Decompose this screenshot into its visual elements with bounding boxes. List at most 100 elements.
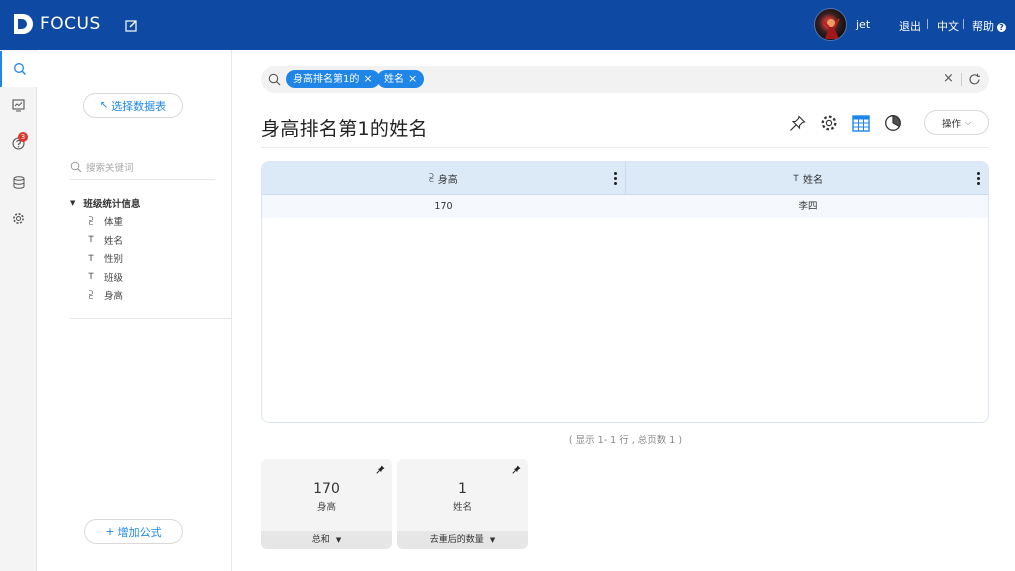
field-item[interactable]: ⊤ 班级 [70, 268, 140, 287]
settings-button[interactable] [818, 112, 840, 134]
dashboard-icon [12, 98, 25, 111]
table-icon [852, 114, 870, 132]
pie-chart-icon [885, 115, 901, 131]
pagination-info: ( 显示 1- 1 行 , 总页数 1 ) [568, 435, 683, 446]
page-title: 身高排名第1的姓名 [261, 118, 428, 140]
column-header-name[interactable]: ⊤ 姓名 [626, 162, 988, 195]
table-view-button[interactable] [850, 112, 872, 134]
top-bar: FOCUS jet 退出 中文 帮助? [0, 0, 1015, 50]
caret-down-icon: ▼ [489, 536, 496, 544]
nav-data[interactable] [0, 164, 37, 200]
card-value: 1 [458, 481, 467, 497]
nav-settings[interactable] [0, 200, 37, 236]
search-icon [70, 161, 82, 172]
header-separator [927, 19, 928, 29]
logout-link[interactable]: 退出 [899, 18, 921, 34]
search-bar[interactable]: 身高排名第1的 × 姓名 × × [261, 66, 989, 93]
pin-icon[interactable] [376, 465, 385, 474]
summary-card[interactable]: 1 姓名 去重后的数量 ▼ [397, 459, 528, 549]
table-cell: 170 [434, 201, 453, 212]
text-field-icon: ⊤ [792, 173, 800, 184]
field-label: 姓名 [104, 235, 124, 247]
aggregation-label: 总和 [311, 535, 330, 545]
column-label: 身高 [437, 175, 458, 186]
language-link[interactable]: 中文 [937, 18, 959, 34]
user-avatar[interactable] [814, 8, 847, 41]
column-header-height[interactable]: ⫔ 身高 [262, 162, 625, 195]
search-icon [14, 63, 26, 75]
nav-questions[interactable]: 3 [0, 125, 37, 161]
app-name: FOCUS [40, 14, 101, 34]
field-item[interactable]: ⫔ 身高 [70, 286, 140, 305]
card-label: 身高 [316, 502, 336, 513]
nav-search[interactable] [0, 51, 38, 87]
help-icon: ? [997, 23, 1006, 32]
field-label: 身高 [104, 291, 124, 303]
username[interactable]: jet [856, 18, 870, 31]
database-icon [13, 175, 24, 189]
clear-icon[interactable]: × [943, 71, 954, 86]
plus-icon: + [105, 525, 115, 538]
field-label: 体重 [104, 217, 124, 229]
operations-label: 操作 [941, 118, 961, 130]
settings-icon [13, 212, 24, 224]
table-node[interactable]: ▼ 班级统计信息 [70, 195, 140, 211]
aggregation-dropdown[interactable]: 总和 ▼ [261, 531, 392, 549]
pin-icon [789, 114, 806, 131]
remove-chip-icon[interactable]: × [408, 72, 417, 85]
measure-icon: ⫔ [429, 173, 434, 184]
column-menu-icon[interactable] [613, 172, 617, 185]
search-separator [961, 73, 962, 86]
settings-icon [821, 115, 837, 131]
chip-label: 姓名 [384, 74, 404, 85]
left-nav-rail: 3 [0, 50, 38, 571]
help-link[interactable]: 帮助? [972, 18, 1006, 34]
remove-chip-icon[interactable]: × [363, 72, 372, 85]
caret-down-icon: ▼ [70, 199, 76, 207]
card-label: 姓名 [452, 502, 472, 513]
aggregation-dropdown[interactable]: 去重后的数量 ▼ [397, 531, 528, 549]
data-panel: ↖ 选择数据表 搜索关键词 ▼ 班级统计信息 ⫔ 体重 ⊤ 姓名 ⊤ 性别 ⊤ 班级 ⫔ 身… [37, 50, 232, 571]
header-separator [963, 19, 964, 29]
notification-badge: 3 [18, 132, 28, 142]
chart-view-button[interactable] [882, 112, 904, 134]
search-placeholder: 搜索关键词 [86, 162, 134, 174]
focus-logo-icon [14, 14, 33, 34]
field-item[interactable]: ⫔ 体重 [70, 212, 140, 231]
field-item[interactable]: ⊤ 姓名 [70, 231, 140, 250]
table-header: ⫔ 身高 ⊤ 姓名 [262, 162, 988, 195]
field-item[interactable]: ⊤ 性别 [70, 249, 140, 268]
column-menu-icon[interactable] [976, 172, 980, 185]
edit-icon[interactable] [125, 19, 138, 32]
search-chip[interactable]: 姓名 × [377, 70, 425, 88]
search-chip[interactable]: 身高排名第1的 × [286, 70, 380, 88]
select-data-button[interactable]: ↖ 选择数据表 [83, 93, 183, 118]
card-value: 170 [313, 481, 340, 497]
select-data-label: 选择数据表 [111, 99, 167, 113]
avatar-image [822, 18, 840, 39]
field-label: 班级 [104, 272, 124, 284]
search-icon [268, 73, 281, 86]
nav-dashboard[interactable] [0, 87, 37, 123]
table-row[interactable]: 170 李四 [262, 195, 988, 218]
add-formula-button[interactable]: + 增加公式 [84, 519, 183, 544]
field-tree: ▼ 班级统计信息 ⫔ 体重 ⊤ 姓名 ⊤ 性别 ⊤ 班级 ⫔ 身高 [70, 195, 140, 305]
caret-down-icon: ▼ [335, 536, 342, 544]
summary-card[interactable]: 170 身高 总和 ▼ [261, 459, 392, 549]
measure-icon: ⫔ [88, 289, 94, 301]
text-field-icon: ⊤ [87, 234, 95, 246]
title-divider [261, 147, 989, 148]
keyword-search-input[interactable]: 搜索关键词 [70, 154, 215, 180]
table-cell: 李四 [798, 201, 818, 212]
app-logo[interactable]: FOCUS [12, 12, 101, 36]
table-name: 班级统计信息 [83, 199, 141, 210]
operations-dropdown[interactable]: 操作 ⌵ [924, 110, 989, 135]
pin-icon[interactable] [512, 465, 521, 474]
text-field-icon: ⊤ [87, 271, 95, 283]
refresh-icon[interactable] [968, 73, 981, 86]
pin-button[interactable] [786, 112, 808, 134]
measure-icon: ⫔ [88, 215, 94, 227]
panel-divider [70, 318, 232, 319]
result-table: ⫔ 身高 ⊤ 姓名 170 李四 [261, 161, 989, 423]
field-label: 性别 [104, 254, 124, 266]
